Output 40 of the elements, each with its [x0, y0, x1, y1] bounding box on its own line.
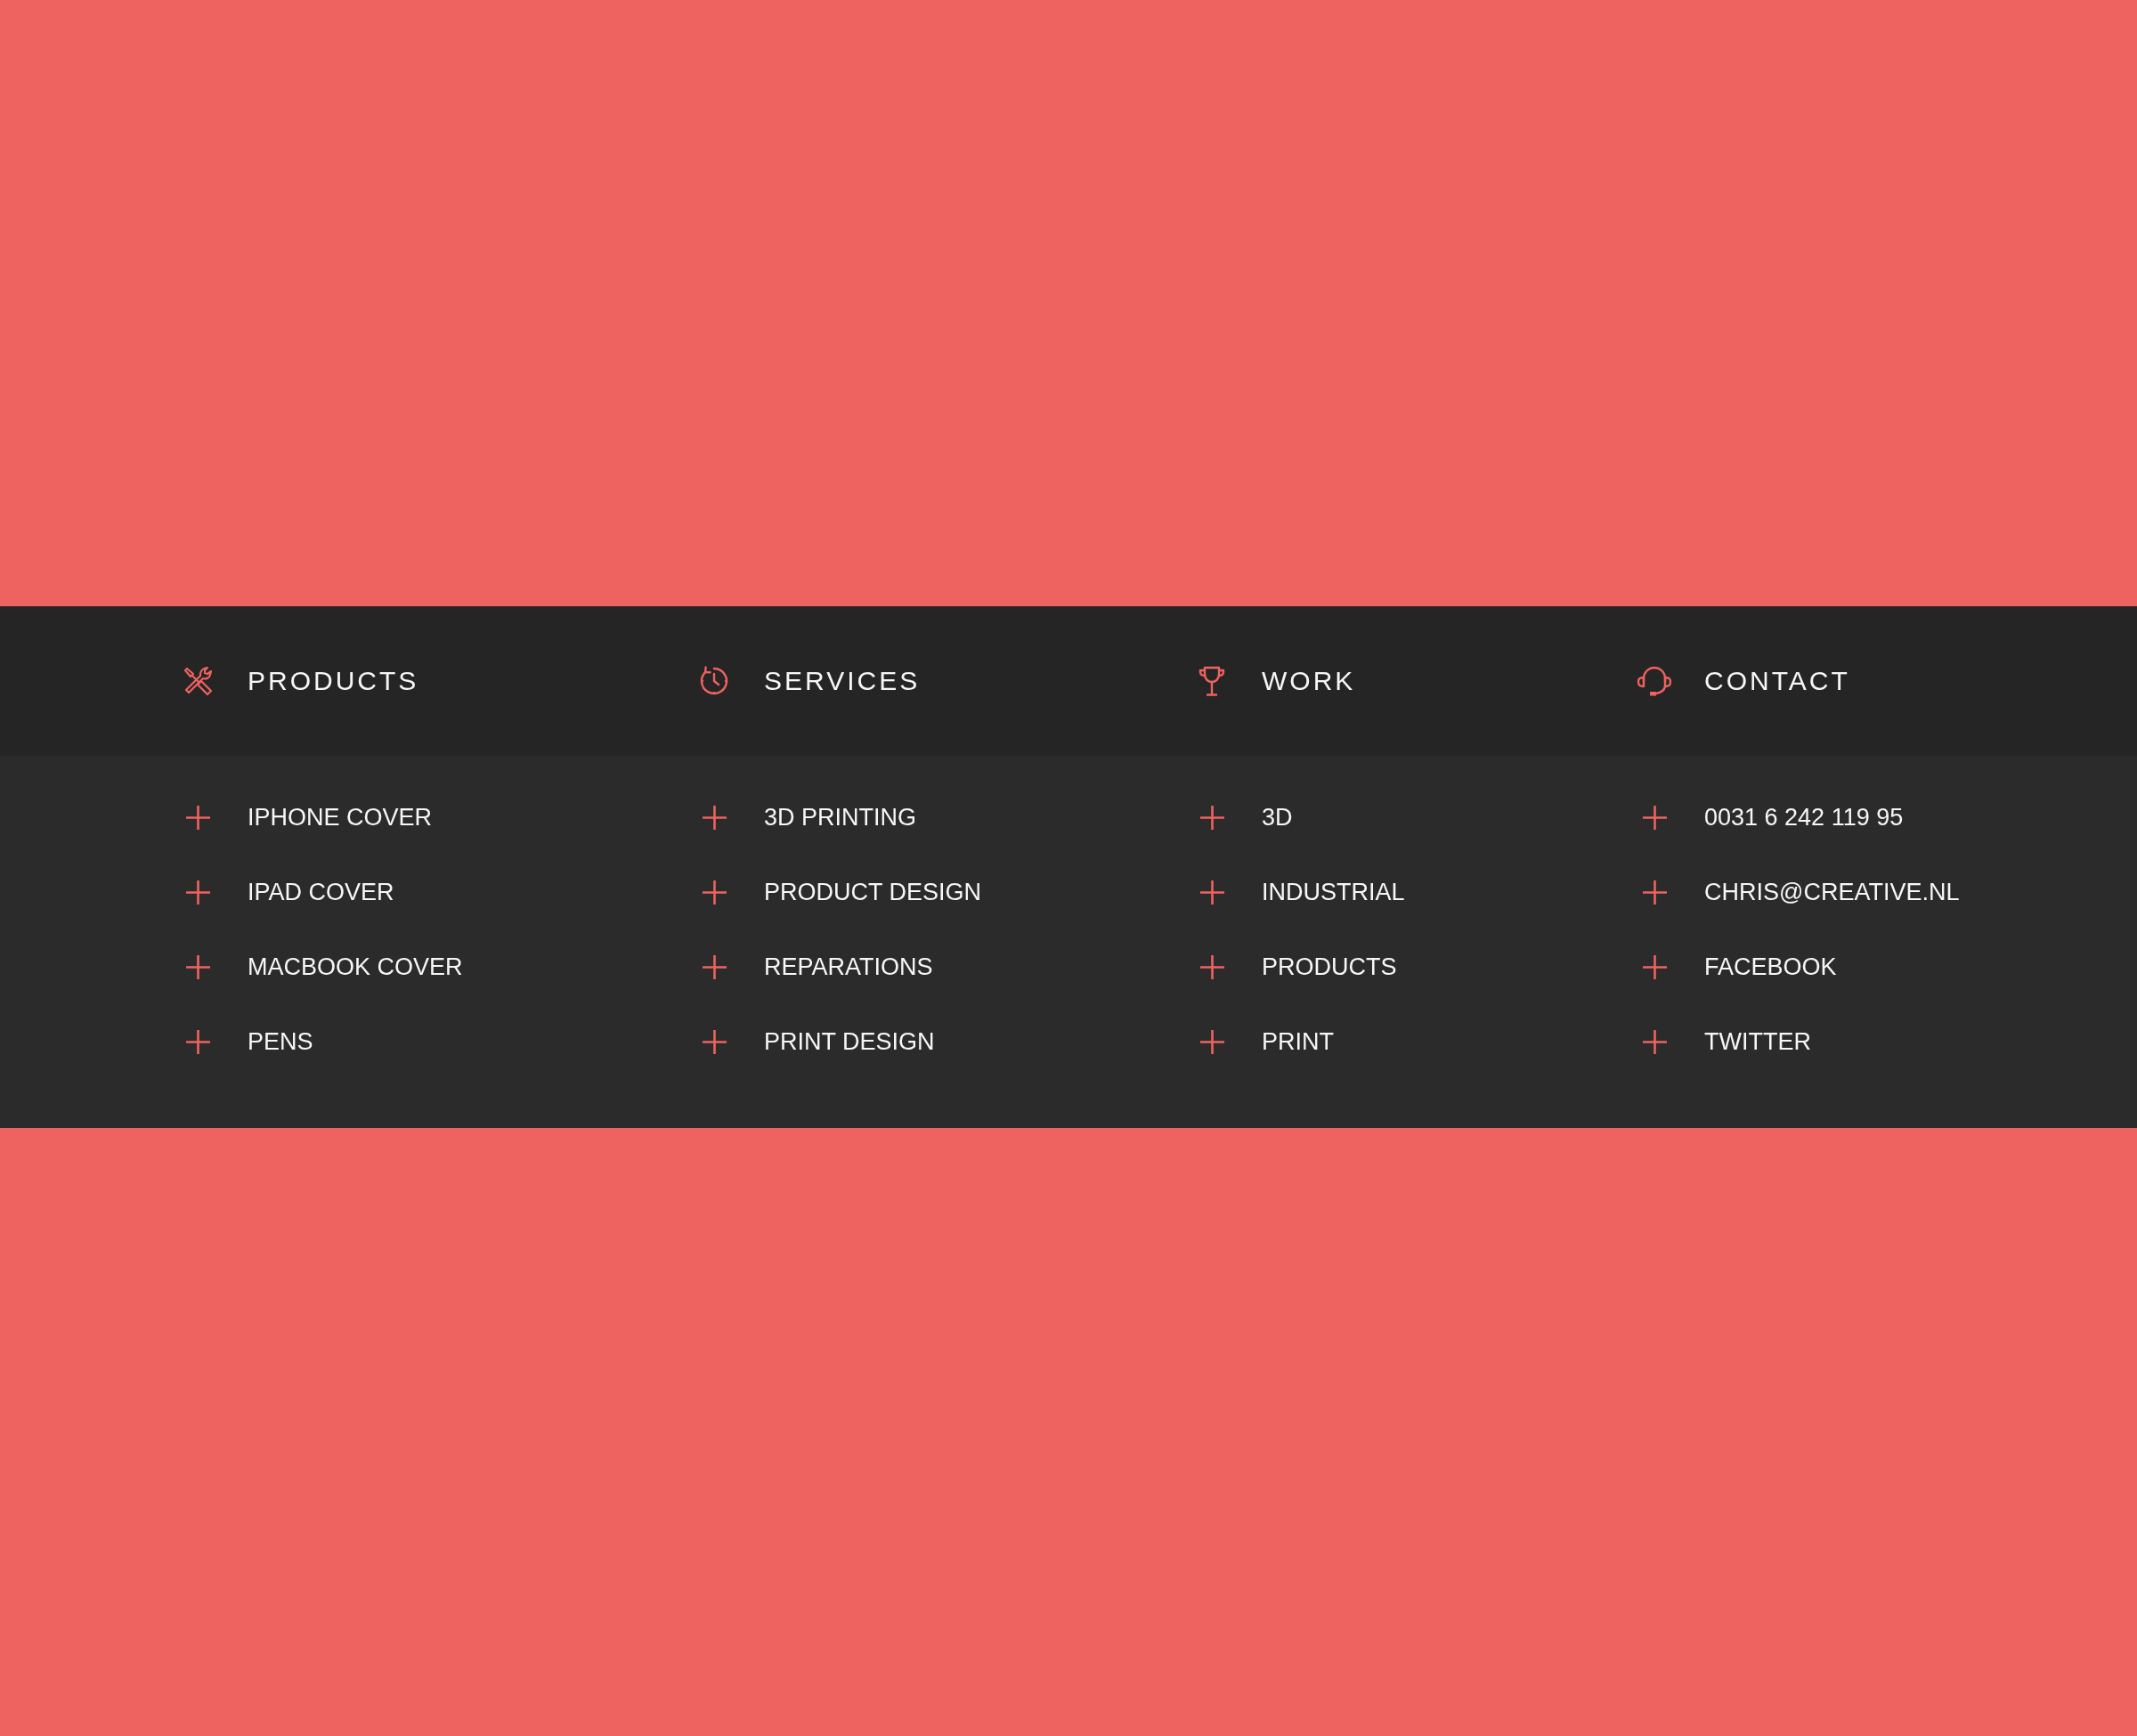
footer-link[interactable]: TWITTER [1704, 1026, 1811, 1057]
plus-icon [185, 954, 210, 979]
footer-link[interactable]: CHRIS@CREATIVE.NL [1704, 877, 1960, 907]
plus-icon [702, 954, 727, 979]
footer-link[interactable]: 0031 6 242 119 95 [1704, 802, 1904, 832]
plus-icon [702, 1029, 727, 1054]
plus-icon [1199, 954, 1224, 979]
footer-link[interactable]: PRODUCTS [1262, 952, 1397, 982]
wrench-screwdriver-icon [183, 666, 213, 696]
plus-icon [1642, 805, 1667, 830]
column-heading: CONTACT [1704, 665, 1850, 697]
plus-icon [1642, 1029, 1667, 1054]
footer-link[interactable]: IPHONE COVER [248, 802, 433, 832]
clock-arrow-icon [698, 665, 730, 697]
headset-icon [1637, 665, 1672, 697]
plus-icon [702, 805, 727, 830]
footer-link[interactable]: PENS [248, 1026, 313, 1057]
column-heading: WORK [1262, 665, 1356, 697]
footer-link[interactable]: MACBOOK COVER [248, 952, 463, 982]
plus-icon [1199, 1029, 1224, 1054]
column-heading: SERVICES [764, 665, 921, 697]
plus-icon [185, 880, 210, 905]
footer-link[interactable]: 3D [1262, 802, 1293, 832]
footer-link[interactable]: IPAD COVER [248, 877, 394, 907]
plus-icon [1642, 954, 1667, 979]
footer-link[interactable]: PRODUCT DESIGN [764, 877, 982, 907]
plus-icon [185, 805, 210, 830]
footer-link[interactable]: FACEBOOK [1704, 952, 1837, 982]
plus-icon [185, 1029, 210, 1054]
plus-icon [1642, 880, 1667, 905]
trophy-icon [1198, 665, 1226, 697]
footer-link[interactable]: PRINT DESIGN [764, 1026, 935, 1057]
plus-icon [702, 880, 727, 905]
footer-link[interactable]: REPARATIONS [764, 952, 933, 982]
footer-link[interactable]: INDUSTRIAL [1262, 877, 1405, 907]
plus-icon [1199, 880, 1224, 905]
footer-link[interactable]: PRINT [1262, 1026, 1334, 1057]
column-heading: PRODUCTS [248, 665, 419, 697]
footer-link[interactable]: 3D PRINTING [764, 802, 917, 832]
plus-icon [1199, 805, 1224, 830]
